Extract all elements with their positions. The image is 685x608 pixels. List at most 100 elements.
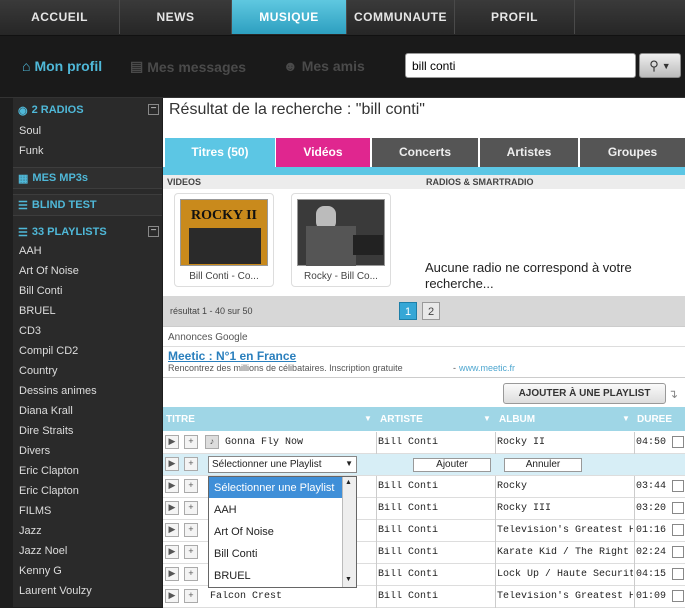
play-icon[interactable]: ▶ <box>165 589 179 603</box>
list-icon: ☰ <box>18 226 28 239</box>
sidebar-playlist-item[interactable]: Eric Clapton <box>19 485 79 497</box>
cell-duration: 02:24 <box>636 547 667 558</box>
collapse-icon[interactable]: − <box>148 104 159 115</box>
ads-header: Annonces Google <box>168 332 248 343</box>
nav-tab-news[interactable]: NEWS <box>120 0 232 34</box>
add-icon[interactable]: + <box>184 435 198 449</box>
add-button[interactable]: Ajouter <box>413 458 491 472</box>
dropdown-scrollbar[interactable]: ▲ ▼ <box>342 477 356 587</box>
result-range: résultat 1 - 40 sur 50 <box>170 306 253 316</box>
row-checkbox[interactable] <box>672 590 684 602</box>
collapse-icon[interactable]: − <box>148 226 159 237</box>
play-icon[interactable]: ▶ <box>165 457 179 471</box>
add-icon[interactable]: + <box>184 567 198 581</box>
sidebar-playlist-item[interactable]: Laurent Voulzy <box>19 585 92 597</box>
row-checkbox[interactable] <box>672 480 684 492</box>
add-icon[interactable]: + <box>184 479 198 493</box>
row-checkbox[interactable] <box>672 502 684 514</box>
scroll-down-icon[interactable]: ▼ <box>345 576 352 583</box>
row-checkbox[interactable] <box>672 568 684 580</box>
dropdown-option[interactable]: BRUEL <box>214 570 251 582</box>
google-ads: Annonces Google Meetic : N°1 en France R… <box>163 326 685 378</box>
sidebar-playlist-item[interactable]: CD3 <box>19 325 41 337</box>
sidebar-playlist-item[interactable]: Kenny G <box>19 565 62 577</box>
dropdown-option[interactable]: Bill Conti <box>214 548 257 560</box>
sidebar-playlist-item[interactable]: Jazz <box>19 525 42 537</box>
my-friends-link[interactable]: ☻ Mes amis <box>283 58 365 74</box>
row-checkbox[interactable] <box>672 524 684 536</box>
videos-header: VIDEOS <box>167 177 202 187</box>
column-header-artist[interactable]: ARTISTE <box>380 414 423 425</box>
tab-groupes[interactable]: Groupes <box>580 138 685 167</box>
row-checkbox[interactable] <box>672 436 684 448</box>
my-profile-link[interactable]: ⌂ Mon profil <box>22 58 102 74</box>
row-checkbox[interactable] <box>672 546 684 558</box>
tab-concerts[interactable]: Concerts <box>372 138 478 167</box>
sidebar-radio-item[interactable]: Soul <box>19 125 41 137</box>
add-icon[interactable]: + <box>184 545 198 559</box>
sidebar-radios-header[interactable]: ◉ 2 RADIOS − <box>13 100 162 120</box>
play-icon[interactable]: ▶ <box>165 545 179 559</box>
dropdown-option[interactable]: Art Of Noise <box>214 526 274 538</box>
play-icon[interactable]: ▶ <box>165 435 179 449</box>
sidebar-playlist-item[interactable]: FILMS <box>19 505 51 517</box>
sidebar-playlist-item[interactable]: Bill Conti <box>19 285 62 297</box>
add-icon[interactable]: + <box>184 589 198 603</box>
nav-tab-profil[interactable]: PROFIL <box>455 0 575 34</box>
sidebar-playlist-item[interactable]: Compil CD2 <box>19 345 78 357</box>
table-row[interactable]: ▶ + Falcon Crest Bill Conti Television's Gre… <box>163 586 685 608</box>
play-icon[interactable]: ▶ <box>165 501 179 515</box>
play-icon[interactable]: ▶ <box>165 479 179 493</box>
cancel-button[interactable]: Annuler <box>504 458 582 472</box>
sidebar-playlist-item[interactable]: BRUEL <box>19 305 56 317</box>
sort-icon[interactable]: ▼ <box>622 414 630 423</box>
ad-link[interactable]: Meetic : N°1 en France <box>168 349 296 363</box>
add-icon[interactable]: + <box>184 523 198 537</box>
column-header-title[interactable]: TITRE <box>166 414 195 425</box>
add-to-playlist-button[interactable]: AJOUTER À UNE PLAYLIST <box>503 383 666 404</box>
sidebar-playlist-item[interactable]: Country <box>19 365 58 377</box>
sidebar-playlist-item[interactable]: Art Of Noise <box>19 265 79 277</box>
sidebar-playlist-item[interactable]: AAH <box>19 245 42 257</box>
sidebar-playlist-item[interactable]: Diana Krall <box>19 405 73 417</box>
sort-icon[interactable]: ▼ <box>364 414 372 423</box>
add-icon[interactable]: + <box>184 457 198 471</box>
search-input[interactable] <box>405 53 636 78</box>
sidebar-radio-item[interactable]: Funk <box>19 145 43 157</box>
table-row[interactable]: ▶ + ♪ Gonna Fly Now Bill Conti Rocky II 04:50 <box>163 432 685 454</box>
page-1-button[interactable]: 1 <box>399 302 417 320</box>
tab-artistes[interactable]: Artistes <box>480 138 578 167</box>
sidebar-mp3-header[interactable]: ▦ MES MP3s <box>13 167 162 189</box>
column-header-album[interactable]: ALBUM <box>499 414 535 425</box>
ad-text: Rencontrez des millions de célibataires.… <box>168 363 403 373</box>
ad-url[interactable]: www.meetic.fr <box>459 363 515 373</box>
nav-tab-accueil[interactable]: ACCUEIL <box>0 0 120 34</box>
play-icon[interactable]: ▶ <box>165 567 179 581</box>
page-2-button[interactable]: 2 <box>422 302 440 320</box>
sidebar-playlist-item[interactable]: Dessins animes <box>19 385 97 397</box>
sidebar-playlists-header[interactable]: ☰ 33 PLAYLISTS − <box>13 222 162 242</box>
scroll-up-icon[interactable]: ▲ <box>345 479 352 486</box>
sort-icon[interactable]: ▼ <box>483 414 491 423</box>
dropdown-option[interactable]: Sélectionner une Playlist <box>214 482 334 494</box>
dropdown-option[interactable]: AAH <box>214 504 237 516</box>
sidebar-playlist-item[interactable]: Jazz Noel <box>19 545 67 557</box>
playlist-select[interactable]: Sélectionner une Playlist ▼ <box>208 456 357 473</box>
play-icon[interactable]: ▶ <box>165 523 179 537</box>
sidebar-playlist-item[interactable]: Dire Straits <box>19 425 73 437</box>
tab-videos[interactable]: Vidéos <box>276 138 370 167</box>
playlist-dropdown[interactable]: Sélectionner une Playlist AAH Art Of Noise… <box>208 476 357 588</box>
sidebar-playlist-item[interactable]: Eric Clapton <box>19 465 79 477</box>
add-icon[interactable]: + <box>184 501 198 515</box>
nav-tab-communaute[interactable]: COMMUNAUTE <box>347 0 455 34</box>
video-thumbnail[interactable]: ROCKY II Bill Conti - Co... <box>174 193 274 287</box>
video-thumbnail[interactable]: Rocky - Bill Co... <box>291 193 391 287</box>
video-image <box>297 199 385 266</box>
my-messages-link[interactable]: ▤ Mes messages <box>130 58 246 75</box>
sidebar-blindtest-header[interactable]: ☰ BLIND TEST <box>13 194 162 216</box>
tab-titres[interactable]: Titres (50) <box>165 138 275 167</box>
column-header-duration[interactable]: DUREE <box>637 414 672 425</box>
search-button[interactable]: ⚲ ▼ <box>639 53 681 78</box>
nav-tab-musique[interactable]: MUSIQUE <box>232 0 347 34</box>
sidebar-playlist-item[interactable]: Divers <box>19 445 50 457</box>
